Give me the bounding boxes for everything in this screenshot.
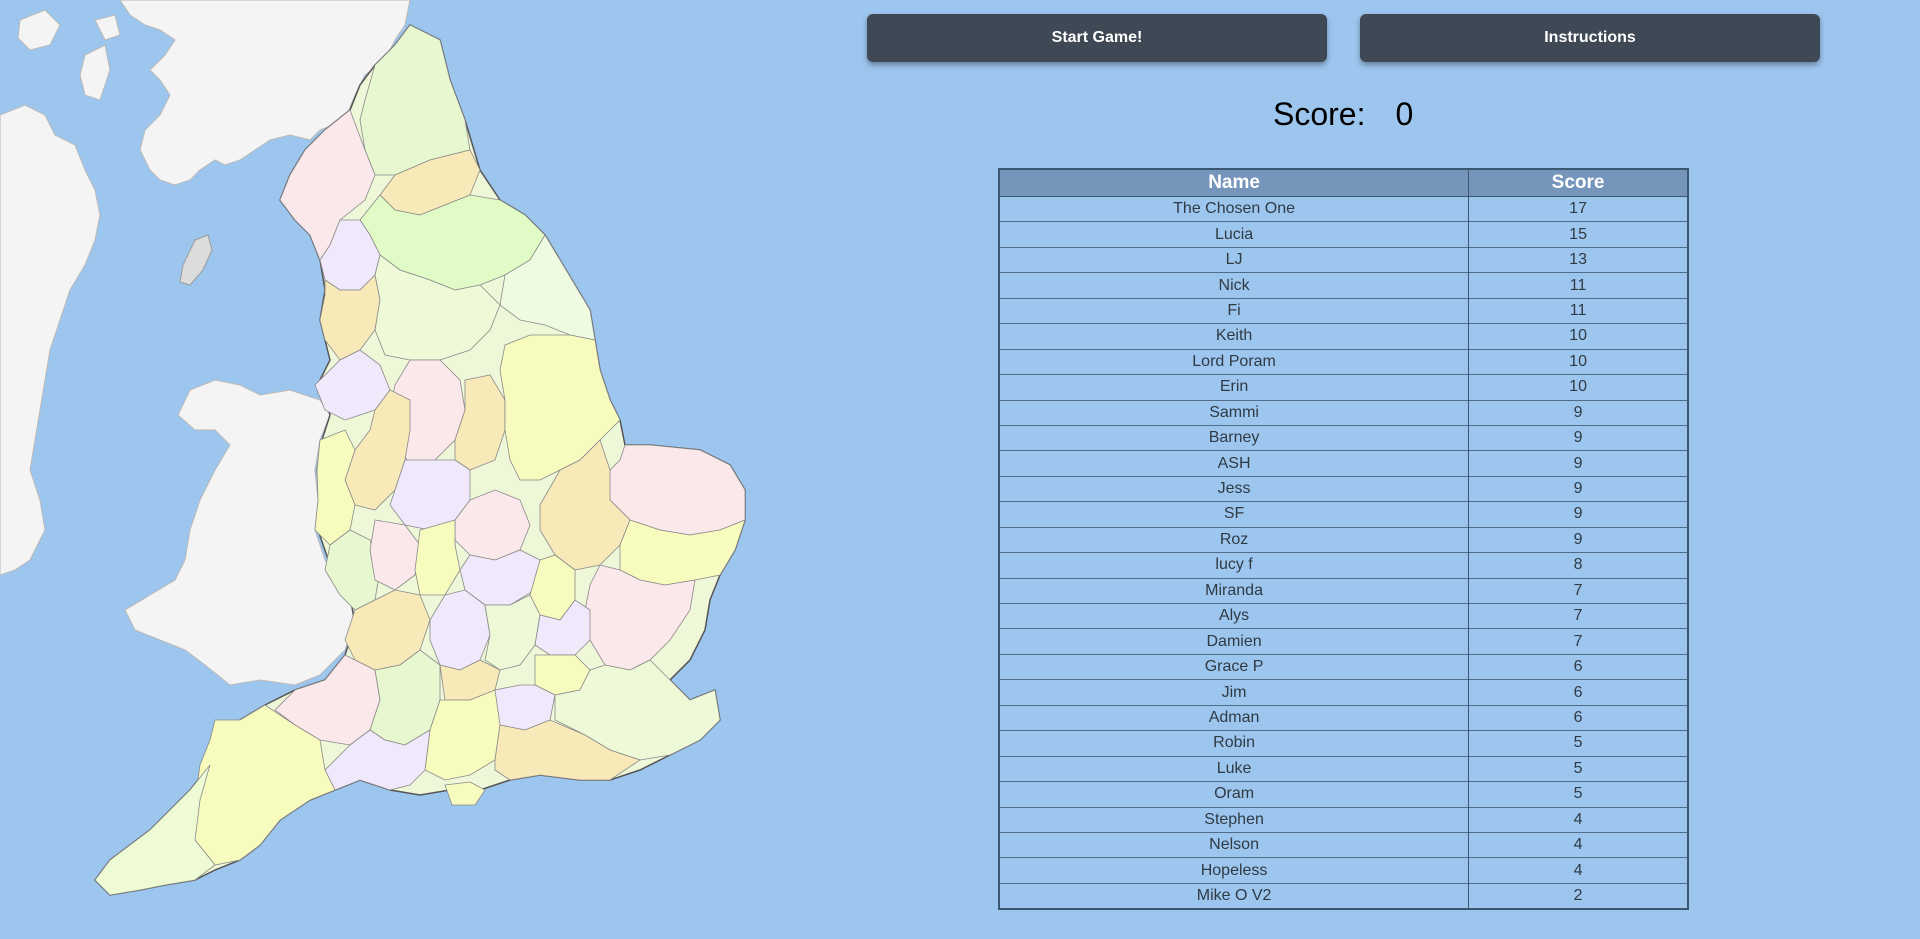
table-row: Grace P6: [998, 653, 1689, 680]
player-name: Oram: [998, 781, 1470, 807]
table-row: Roz 9: [998, 526, 1689, 553]
table-row: SF 9: [998, 501, 1689, 528]
player-score: 7: [1468, 602, 1689, 629]
table-row: Adman 6: [998, 704, 1689, 731]
player-name: Lord Poram: [998, 348, 1470, 375]
table-row: Lord Poram 10: [998, 348, 1689, 375]
player-score: 9: [1468, 501, 1689, 528]
player-score: 9: [1468, 475, 1689, 502]
table-row: Sammi 9: [998, 399, 1689, 426]
player-name: Stephen: [998, 806, 1470, 833]
player-score: 13: [1468, 246, 1689, 273]
england-map: [0, 0, 760, 939]
player-name: Hopeless: [998, 857, 1470, 884]
player-score: 9: [1468, 424, 1689, 451]
player-name: The Chosen One: [998, 195, 1470, 222]
player-name: Luke: [998, 755, 1470, 782]
player-name: Jess: [998, 475, 1470, 502]
player-score: 4: [1468, 806, 1689, 833]
table-row: Miranda 7: [998, 577, 1689, 604]
player-score: 6: [1468, 704, 1689, 731]
player-score: 6: [1468, 679, 1689, 706]
score-display: Score: 0: [1273, 92, 1413, 136]
player-name: Lucia: [998, 221, 1470, 248]
scotland-islands: [17, 9, 121, 101]
table-row: Stephen 4: [998, 806, 1689, 833]
table-row: Luke 5: [998, 755, 1689, 782]
player-name: Grace P: [998, 653, 1470, 680]
player-score: 10: [1468, 348, 1689, 375]
table-row: ASH 9: [998, 450, 1689, 477]
player-name: Mike O V2: [998, 882, 1470, 910]
table-row: Damien 7: [998, 628, 1689, 655]
player-score: 5: [1468, 730, 1689, 757]
player-name: lucy f: [998, 552, 1470, 579]
player-score: 5: [1468, 781, 1689, 807]
player-score: 11: [1468, 297, 1689, 324]
player-name: Nick: [998, 272, 1470, 299]
player-name: LJ: [998, 246, 1470, 273]
player-name: ASH: [998, 450, 1470, 477]
isle-of-man: [179, 234, 213, 286]
instructions-button[interactable]: Instructions: [1360, 14, 1820, 62]
table-row: Hopeless 4: [998, 857, 1689, 884]
table-row: Keith 10: [998, 323, 1689, 350]
leaderboard-body: The Chosen One 17 Lucia 15 LJ 13 Nick 11 Fi 1…: [998, 195, 1689, 910]
player-name: Erin: [998, 374, 1470, 400]
player-score: 7: [1468, 577, 1689, 604]
table-row: Erin 10: [998, 374, 1689, 400]
player-name: Miranda: [998, 577, 1470, 604]
player-score: 5: [1468, 755, 1689, 782]
player-name: Roz: [998, 526, 1470, 553]
ireland-landmass: [0, 104, 101, 576]
player-name: SF: [998, 501, 1470, 528]
leaderboard-table: Name Score The Chosen One 17 Lucia 15 LJ 13…: [998, 168, 1689, 911]
player-name: Robin: [998, 730, 1470, 757]
player-name: Keith: [998, 323, 1470, 350]
player-score: 9: [1468, 526, 1689, 553]
table-row: Lucia 15: [998, 221, 1689, 248]
table-row: Barney 9: [998, 424, 1689, 451]
table-row: Oram 5: [998, 781, 1689, 807]
player-name: Adman: [998, 704, 1470, 731]
game-page: Start Game! Instructions Score: 0 Name S…: [0, 0, 1920, 939]
player-score: 11: [1468, 272, 1689, 299]
start-game-button[interactable]: Start Game!: [867, 14, 1327, 62]
table-row: Nick 11: [998, 272, 1689, 299]
score-column-header: Score: [1468, 168, 1689, 197]
player-score: 4: [1468, 831, 1689, 858]
player-score: 10: [1468, 374, 1689, 400]
table-row: LJ 13: [998, 246, 1689, 273]
player-name: Alys: [998, 602, 1470, 629]
table-row: Jim 6: [998, 679, 1689, 706]
player-name: Jim: [998, 679, 1470, 706]
player-score: 8: [1468, 552, 1689, 579]
player-score: 10: [1468, 323, 1689, 350]
leaderboard-header-row: Name Score: [998, 168, 1689, 197]
table-row: Mike O V2 2: [998, 882, 1689, 910]
table-row: Fi 11: [998, 297, 1689, 324]
player-score: 2: [1468, 882, 1689, 910]
player-name: Nelson: [998, 831, 1470, 858]
player-name: Barney: [998, 424, 1470, 451]
player-name: Damien: [998, 628, 1470, 655]
name-column-header: Name: [998, 168, 1470, 197]
table-row: Robin 5: [998, 730, 1689, 757]
score-value: 0: [1395, 95, 1414, 132]
player-score: 4: [1468, 857, 1689, 884]
player-score: 6: [1468, 653, 1689, 680]
player-name: Sammi: [998, 399, 1470, 426]
table-row: lucy f8: [998, 552, 1689, 579]
table-row: Jess 9: [998, 475, 1689, 502]
table-row: The Chosen One 17: [998, 195, 1689, 222]
player-score: 7: [1468, 628, 1689, 655]
player-score: 9: [1468, 399, 1689, 426]
player-score: 9: [1468, 450, 1689, 477]
player-score: 17: [1468, 195, 1689, 222]
table-row: Alys 7: [998, 602, 1689, 629]
player-name: Fi: [998, 297, 1470, 324]
score-label: Score:: [1273, 95, 1366, 132]
table-row: Nelson 4: [998, 831, 1689, 858]
player-score: 15: [1468, 221, 1689, 248]
